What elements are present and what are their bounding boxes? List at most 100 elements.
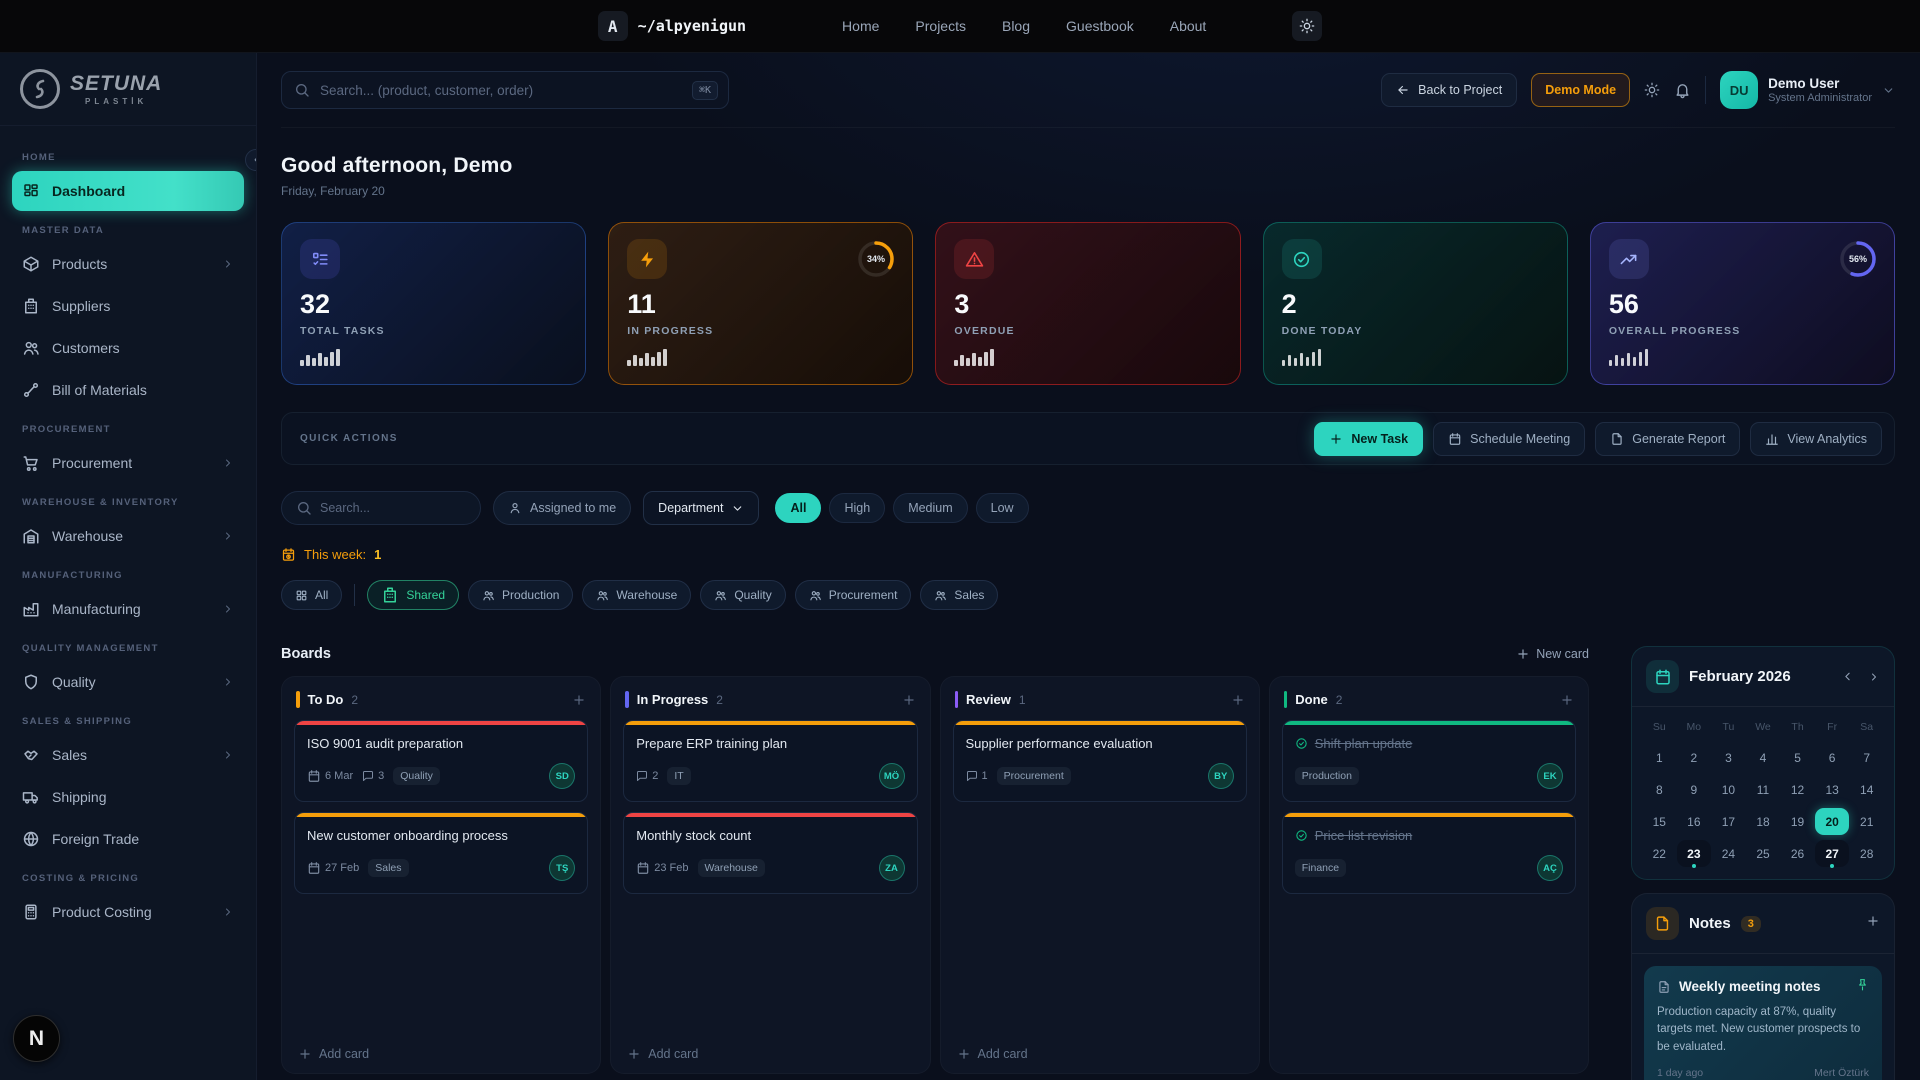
chevron-down-icon [731,502,744,515]
chevron-right-icon [222,676,234,688]
calendar-day-16[interactable]: 16 [1677,808,1712,835]
global-search-input[interactable] [320,83,682,98]
topnav-link-projects[interactable]: Projects [915,18,966,34]
sidebar-item-customers[interactable]: Customers [12,328,244,368]
department-select[interactable]: Department [643,491,759,525]
calendar-day-27[interactable]: 27 [1815,840,1850,867]
sidebar-item-quality[interactable]: Quality [12,662,244,702]
calendar-day-25[interactable]: 25 [1746,840,1781,867]
generate-report-button[interactable]: Generate Report [1595,422,1740,456]
add-card-button[interactable]: Add card [294,1041,588,1061]
calendar-day-1[interactable]: 1 [1642,744,1677,771]
tag-pill-production[interactable]: Production [468,580,573,610]
calendar-day-28[interactable]: 28 [1849,840,1884,867]
add-note-button[interactable] [1866,914,1880,933]
tag-pill-sales[interactable]: Sales [920,580,998,610]
note-card-weekly-meeting-notes[interactable]: Weekly meeting notesProduction capacity … [1644,966,1882,1080]
calendar-day-9[interactable]: 9 [1677,776,1712,803]
column-add-button[interactable] [1560,693,1574,707]
topnav-theme-toggle[interactable] [1292,11,1322,41]
priority-pill-medium[interactable]: Medium [893,493,967,523]
add-card-button[interactable]: Add card [953,1041,1247,1061]
priority-pill-all[interactable]: All [775,493,821,523]
board-search-input[interactable] [320,501,466,515]
calendar-day-2[interactable]: 2 [1677,744,1712,771]
calendar-day-13[interactable]: 13 [1815,776,1850,803]
add-card-button[interactable]: Add card [623,1041,917,1061]
sidebar-item-dashboard[interactable]: Dashboard [12,171,244,211]
back-to-project-button[interactable]: Back to Project [1381,73,1517,107]
topnav-link-blog[interactable]: Blog [1002,18,1030,34]
global-search[interactable]: ⌘K [281,71,729,109]
theme-toggle-button[interactable] [1644,82,1660,98]
task-card-iso-9001-audit-preparation[interactable]: ISO 9001 audit preparation6 Mar3QualityS… [294,720,588,802]
priority-pill-high[interactable]: High [829,493,885,523]
card-body: Monthly stock count23 FebWarehouseZA [624,817,916,893]
portfolio-brand[interactable]: A ~/alpyenigun [598,11,746,41]
calendar-day-20[interactable]: 20 [1815,808,1850,835]
calendar-icon [636,861,650,875]
user-menu[interactable]: DU Demo User System Administrator [1720,71,1895,109]
demo-mode-badge[interactable]: Demo Mode [1531,73,1630,107]
tag-pill-quality[interactable]: Quality [700,580,785,610]
calendar-day-6[interactable]: 6 [1815,744,1850,771]
view-analytics-button[interactable]: View Analytics [1750,422,1882,456]
column-add-button[interactable] [572,693,586,707]
calendar-day-15[interactable]: 15 [1642,808,1677,835]
notifications-button[interactable] [1674,82,1691,99]
task-card-shift-plan-update[interactable]: Shift plan updateProductionEK [1282,720,1576,802]
sidebar-item-sales[interactable]: Sales [12,735,244,775]
assigned-to-me-button[interactable]: Assigned to me [493,491,631,525]
task-card-supplier-performance-evaluation[interactable]: Supplier performance evaluation1Procurem… [953,720,1247,802]
task-card-prepare-erp-training-plan[interactable]: Prepare ERP training plan2ITMÖ [623,720,917,802]
task-card-monthly-stock-count[interactable]: Monthly stock count23 FebWarehouseZA [623,812,917,894]
task-card-new-customer-onboarding-process[interactable]: New customer onboarding process27 FebSal… [294,812,588,894]
sidebar-item-shipping[interactable]: Shipping [12,777,244,817]
new-task-button[interactable]: New Task [1314,422,1423,456]
new-card-button[interactable]: New card [1516,647,1589,661]
tag-pill-all[interactable]: All [281,580,342,610]
board-search[interactable] [281,491,481,525]
calendar-day-14[interactable]: 14 [1849,776,1884,803]
tag-pill-warehouse[interactable]: Warehouse [582,580,691,610]
schedule-meeting-button[interactable]: Schedule Meeting [1433,422,1585,456]
calendar-day-26[interactable]: 26 [1780,840,1815,867]
calendar-prev-button[interactable] [1841,670,1854,683]
sidebar-item-products[interactable]: Products [12,244,244,284]
topnav-link-home[interactable]: Home [842,18,879,34]
sidebar-item-warehouse[interactable]: Warehouse [12,516,244,556]
calendar-day-12[interactable]: 12 [1780,776,1815,803]
calendar-day-7[interactable]: 7 [1849,744,1884,771]
topnav-link-guestbook[interactable]: Guestbook [1066,18,1134,34]
priority-pill-low[interactable]: Low [976,493,1029,523]
calendar-day-3[interactable]: 3 [1711,744,1746,771]
nextjs-dev-button[interactable]: N [13,1015,60,1062]
calendar-day-18[interactable]: 18 [1746,808,1781,835]
calendar-day-23[interactable]: 23 [1677,840,1712,867]
sidebar-item-foreign-trade[interactable]: Foreign Trade [12,819,244,859]
calendar-day-22[interactable]: 22 [1642,840,1677,867]
calendar-day-4[interactable]: 4 [1746,744,1781,771]
notes-title: Notes [1689,915,1731,932]
task-card-price-list-revision[interactable]: Price list revisionFinanceAÇ [1282,812,1576,894]
board-column-in-progress: In Progress2Prepare ERP training plan2IT… [610,676,930,1074]
column-add-button[interactable] [902,693,916,707]
sidebar-item-bill-of-materials[interactable]: Bill of Materials [12,370,244,410]
calendar-day-10[interactable]: 10 [1711,776,1746,803]
calendar-day-19[interactable]: 19 [1780,808,1815,835]
calendar-day-21[interactable]: 21 [1849,808,1884,835]
sidebar-item-manufacturing[interactable]: Manufacturing [12,589,244,629]
sidebar-item-product-costing[interactable]: Product Costing [12,892,244,932]
sidebar-item-suppliers[interactable]: Suppliers [12,286,244,326]
calendar-next-button[interactable] [1868,670,1880,683]
tag-pill-procurement[interactable]: Procurement [795,580,912,610]
tag-pill-shared[interactable]: Shared [367,580,459,610]
calendar-day-5[interactable]: 5 [1780,744,1815,771]
calendar-day-8[interactable]: 8 [1642,776,1677,803]
calendar-day-24[interactable]: 24 [1711,840,1746,867]
calendar-day-11[interactable]: 11 [1746,776,1781,803]
sidebar-item-procurement[interactable]: Procurement [12,443,244,483]
topnav-link-about[interactable]: About [1170,18,1207,34]
calendar-day-17[interactable]: 17 [1711,808,1746,835]
column-add-button[interactable] [1231,693,1245,707]
